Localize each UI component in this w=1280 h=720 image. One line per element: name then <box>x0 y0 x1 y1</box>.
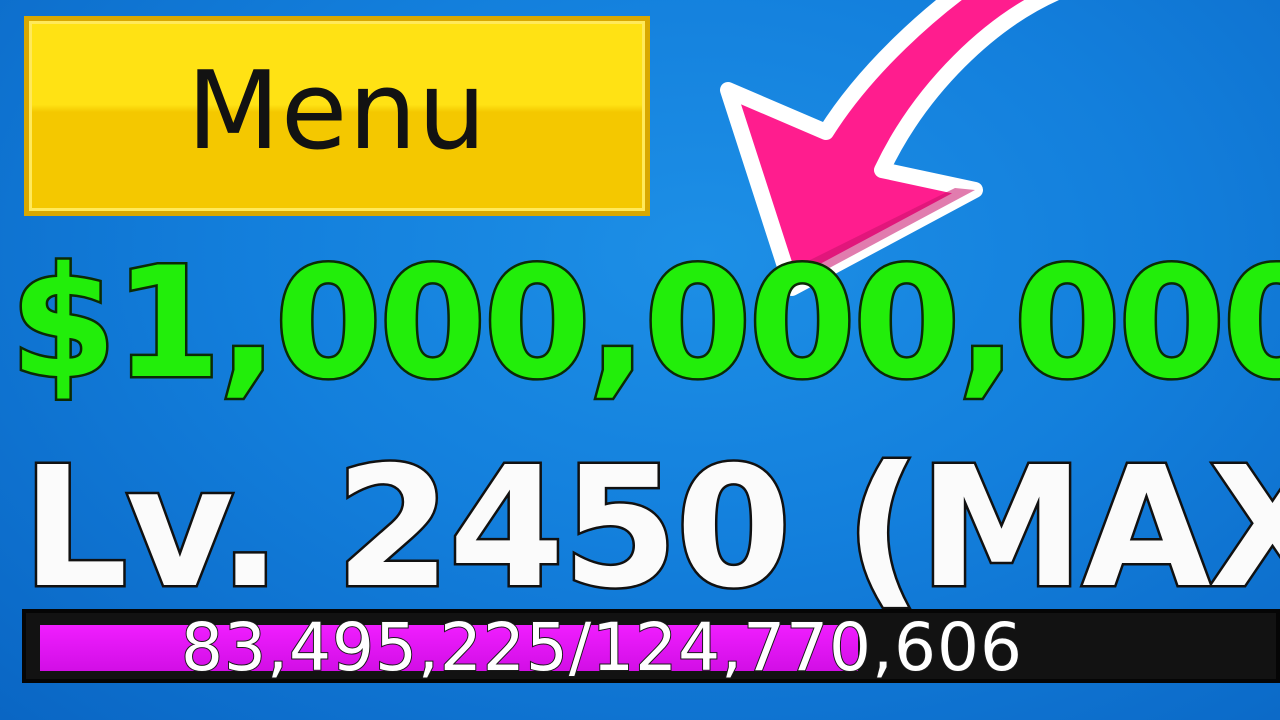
level-indicator: Lv. 2450 (MAX) <box>20 432 1280 625</box>
money-counter: $1,000,000,000 <box>8 235 1280 413</box>
menu-button-label: Menu <box>186 49 488 174</box>
xp-progress-bar: 83,495,225/124,770,606 <box>22 609 1280 683</box>
xp-progress-text: 83,495,225/124,770,606 <box>180 609 1024 683</box>
game-screen: Menu $1,000,000,000 Lv. 2450 (MAX) 83,49… <box>0 0 1280 720</box>
menu-button[interactable]: Menu <box>24 16 650 216</box>
